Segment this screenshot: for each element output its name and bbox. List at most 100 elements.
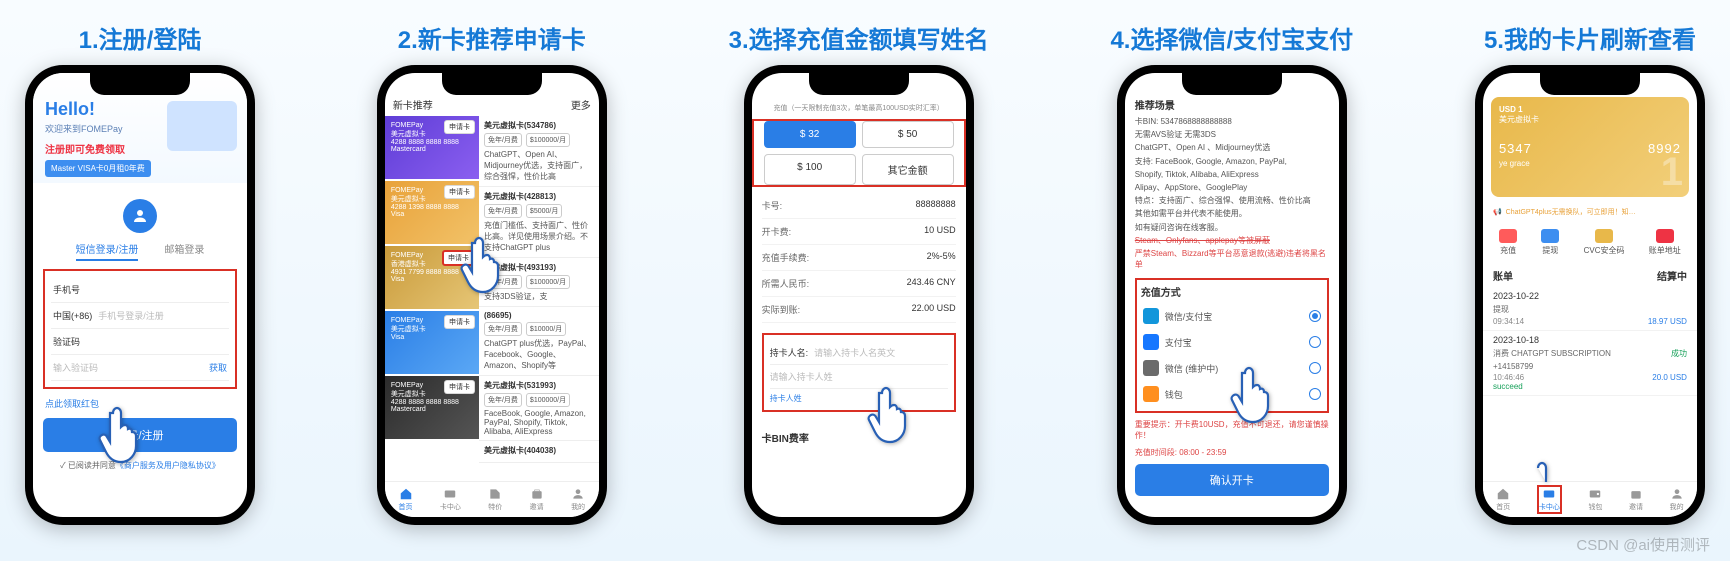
wechat-icon [1143,360,1159,376]
agreement-text: ✓ 已阅读并同意《商户服务及用户隐私协议》 [33,452,247,479]
new-card-heading: 新卡推荐 [393,97,433,112]
apply-button[interactable]: 申请卡 [444,120,475,134]
step-1: 1.注册/登陆 Hello! 欢迎来到FOMEPay 注册即可免费领取 Mast… [25,20,255,525]
card-num-left: 5347 [1499,141,1532,156]
row-card-no: 卡号:88888888 [762,193,956,219]
pay-title: 充值方式 [1141,284,1323,299]
apply-button[interactable]: 申请卡 [444,380,475,394]
nav-wallet[interactable]: 钱包 [1588,487,1602,512]
pay-alipay[interactable]: 支付宝 [1141,329,1323,355]
amount-50[interactable]: $ 50 [862,121,954,148]
notice-bar[interactable]: 📢ChatGPT4plus无需换队，可立即用！知… [1483,203,1697,221]
phone-3: 充值（一天限制充值3次，单笔最高100USD实时汇率） $ 32 $ 50 $ … [744,65,974,525]
tab-email-login[interactable]: 邮箱登录 [164,241,204,261]
settling-label: 结算中 [1657,268,1687,283]
action-withdraw[interactable]: 提现 [1541,229,1559,256]
nav-cards[interactable]: 卡中心 [440,487,461,512]
login-register-button[interactable]: 登录/注册 [43,418,237,452]
card-item[interactable]: 申请卡FOMEPay美元虚拟卡4288 1398 8888 8888Visa [385,181,479,246]
bin-rate-section: 卡BIN费率 [752,422,966,453]
first-name-input[interactable]: 请输入持卡人名英文 [814,346,895,359]
last-name-input[interactable]: 请输入持卡人姓 [770,370,833,383]
amount-32[interactable]: $ 32 [764,121,856,148]
amount-other[interactable]: 其它金额 [862,154,954,185]
pay-wechat[interactable]: 微信 (维护中) [1141,355,1323,381]
phone-input[interactable]: 手机号登录/注册 [98,309,164,322]
nav-me[interactable]: 我的 [571,487,585,512]
login-tabs: 短信登录/注册 邮箱登录 [33,241,247,261]
nav-home[interactable]: 首页 [1496,487,1510,512]
step-1-title: 1.注册/登陆 [79,20,202,55]
step-2: 2.新卡推荐申请卡 新卡推荐 更多 申请卡FOMEPay美元虚拟卡4288 888… [377,20,607,525]
apply-button[interactable]: 申请卡 [442,250,475,266]
virtual-card[interactable]: USD 1 美元虚拟卡 53478992 ye grace 1 [1491,97,1689,197]
alipay-icon [1143,334,1159,350]
confirm-open-card-button[interactable]: 确认开卡 [1135,464,1329,496]
recharge-icon [1499,229,1517,243]
payment-methods: 充值方式 微信/支付宝 支付宝 微信 (维护中) 钱包 [1135,278,1329,413]
cardholder-name-box: 持卡人名:请输入持卡人名英文 请输入持卡人姓 持卡人姓 [762,333,956,412]
scene-heading: 推荐场景 [1135,97,1329,112]
radio-icon [1309,388,1321,400]
bill-heading: 账单 [1493,268,1513,283]
wallet-icon [1143,386,1159,402]
step-4: 4.选择微信/支付宝支付 推荐场景 卡BIN: 5347868888888888… [1110,20,1353,525]
transaction-item[interactable]: 2023-10-22 提现 09:34:1418.97 USD [1483,287,1697,331]
privacy-link[interactable]: 《商户服务及用户隐私协议》 [116,461,220,470]
radio-icon [1309,336,1321,348]
phone-1: Hello! 欢迎来到FOMEPay 注册即可免费领取 Master VISA卡… [25,65,255,525]
address-icon [1656,229,1674,243]
row-receive: 实际到账:22.00 USD [762,297,956,323]
nav-deals[interactable]: 特价 [488,487,502,512]
nav-me[interactable]: 我的 [1670,487,1684,512]
cardholder-name: ye grace [1499,159,1681,168]
transaction-item[interactable]: 2023-10-18 消费 CHATGPT SUBSCRIPTION成功 +14… [1483,331,1697,396]
bottom-nav: 首页 卡中心 特价 邀请 我的 [385,481,599,517]
code-label: 验证码 [53,335,80,348]
action-billing[interactable]: 账单地址 [1649,229,1681,256]
step-3-title: 3.选择充值金额填写姓名 [729,20,989,55]
code-input[interactable]: 输入验证码 [53,361,98,374]
step-2-title: 2.新卡推荐申请卡 [398,20,586,55]
phone-label: 手机号 [53,283,80,296]
card-balance: USD 1 [1499,105,1681,114]
card-item[interactable]: 申请卡FOMEPay香港虚拟卡4931 7799 8888 8888Visa [385,246,479,311]
card-decoration: 1 [1661,150,1683,195]
amount-grid: $ 32 $ 50 $ 100 其它金额 [752,119,966,187]
wechat-alipay-icon [1143,308,1159,324]
radio-icon [1309,362,1321,374]
bonus-link[interactable]: 点此领取红包 [45,397,99,410]
phone-5: USD 1 美元虚拟卡 53478992 ye grace 1 📢ChatGPT… [1475,65,1705,525]
get-code-button[interactable]: 获取 [209,361,227,374]
country-code[interactable]: 中国(+86) [53,309,92,322]
tab-sms-login[interactable]: 短信登录/注册 [76,241,139,261]
card-item[interactable]: 申请卡FOMEPay美元虚拟卡4288 8888 8888 8888Master… [385,116,479,181]
apply-button[interactable]: 申请卡 [444,185,475,199]
hero-illustration [167,101,237,151]
action-cvc[interactable]: CVC安全码 [1584,229,1625,256]
pay-wallet[interactable]: 钱包 [1141,381,1323,407]
nav-home[interactable]: 首页 [399,487,413,512]
card-item[interactable]: 申请卡FOMEPay美元虚拟卡Visa [385,311,479,376]
card-list: 申请卡FOMEPay美元虚拟卡4288 8888 8888 8888Master… [385,116,479,490]
more-link[interactable]: 更多 [571,97,591,112]
steps-row: 1.注册/登陆 Hello! 欢迎来到FOMEPay 注册即可免费领取 Mast… [0,0,1730,525]
withdraw-icon [1541,229,1559,243]
pay-wechat-alipay[interactable]: 微信/支付宝 [1141,303,1323,329]
step-4-title: 4.选择微信/支付宝支付 [1110,20,1353,55]
nav-invite[interactable]: 邀请 [530,487,544,512]
apply-button[interactable]: 申请卡 [444,315,475,329]
login-form: 手机号 中国(+86) 手机号登录/注册 验证码 输入验证码 获取 [43,269,237,389]
amount-100[interactable]: $ 100 [764,154,856,185]
nav-cards[interactable]: 卡中心 [1537,485,1562,514]
surname-link[interactable]: 持卡人姓 [770,389,948,404]
action-recharge[interactable]: 充值 [1499,229,1517,256]
cvc-icon [1595,229,1613,243]
nav-invite[interactable]: 邀请 [1629,487,1643,512]
strike-text: Steam、Onlyfans、applepay等被屏蔽 [1135,235,1329,246]
phone-4: 推荐场景 卡BIN: 5347868888888888 无需AVS验证 无需3D… [1117,65,1347,525]
watermark: CSDN @ai使用测评 [1576,534,1710,555]
card-desc-list: 美元虚拟卡(534786)免年/月费$100000/月ChatGPT、Open … [479,116,599,490]
card-item[interactable]: 申请卡FOMEPay美元虚拟卡4288 8888 8888 8888Master… [385,376,479,441]
row-open-fee: 开卡费:10 USD [762,219,956,245]
